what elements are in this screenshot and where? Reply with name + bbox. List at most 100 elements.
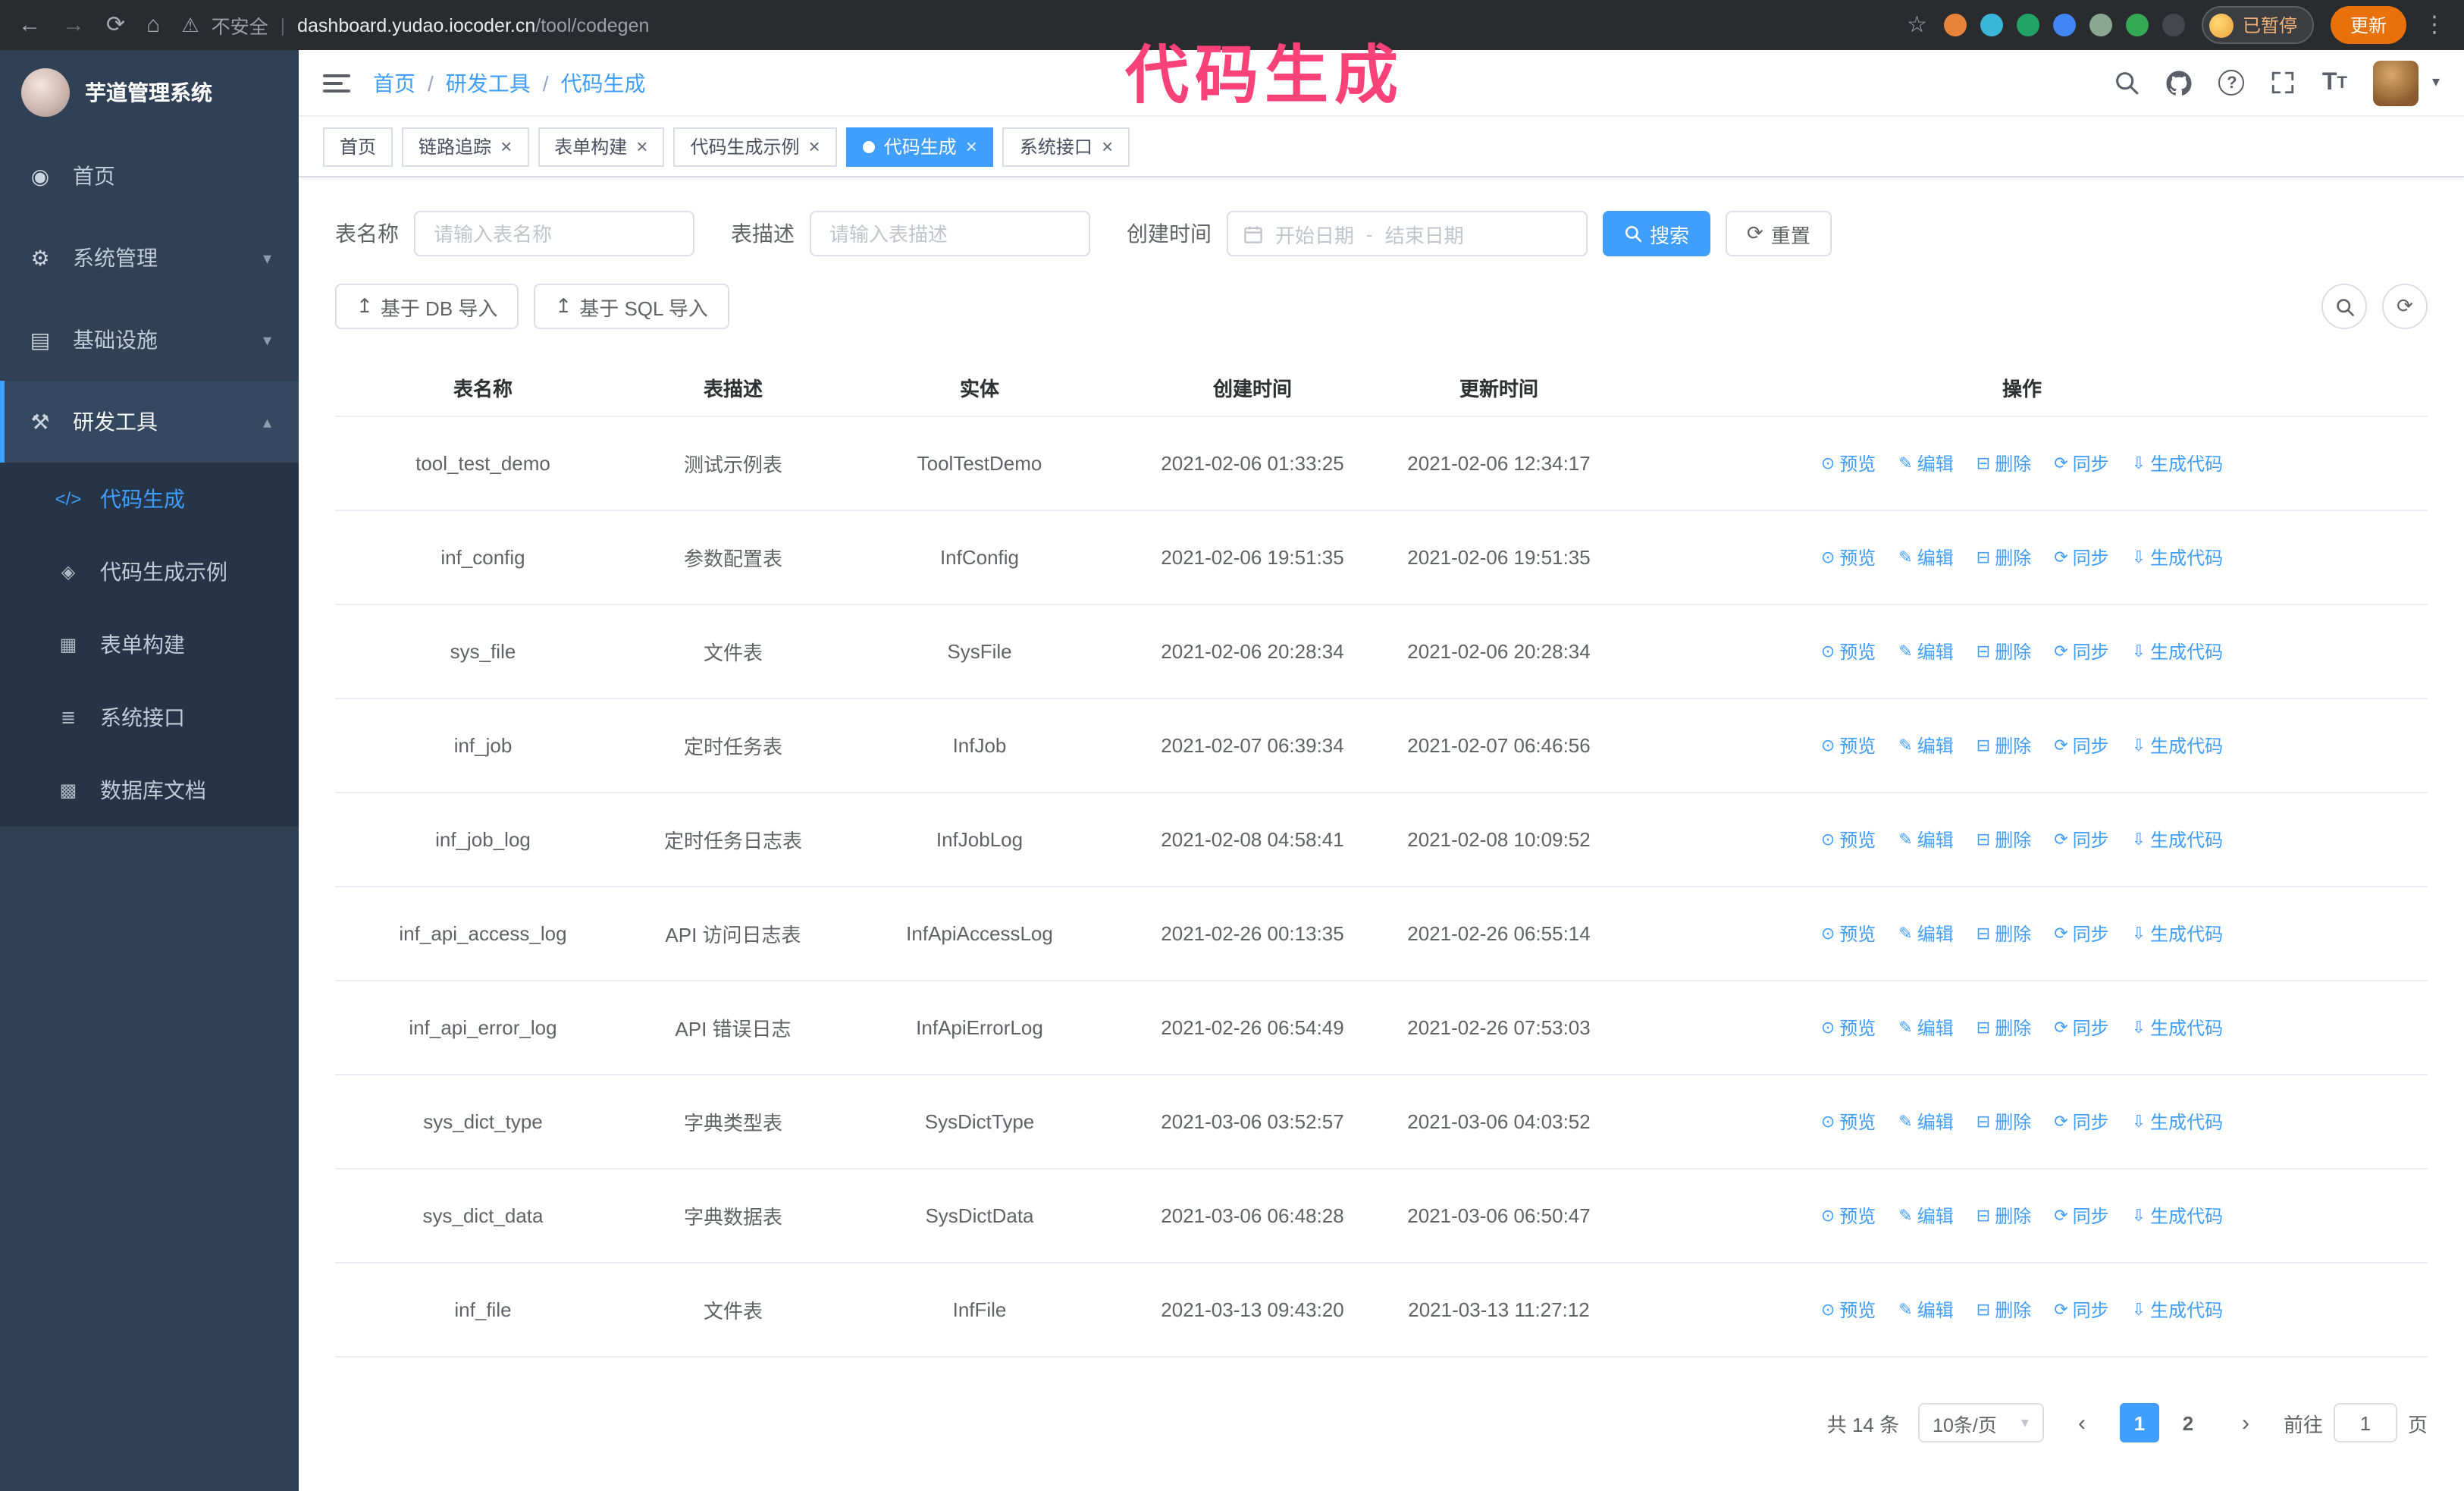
tab-form-builder[interactable]: 表单构建 × bbox=[538, 127, 665, 166]
action-delete[interactable]: ⊟ 删除 bbox=[1977, 545, 2031, 570]
tab-close-icon[interactable]: × bbox=[809, 137, 820, 156]
extension-icon-4[interactable] bbox=[2052, 14, 2076, 36]
action-preview[interactable]: ⊙ 预览 bbox=[1821, 545, 1876, 570]
action-edit[interactable]: ✎ 编辑 bbox=[1898, 450, 1953, 476]
action-preview[interactable]: ⊙ 预览 bbox=[1821, 827, 1876, 852]
action-edit[interactable]: ✎ 编辑 bbox=[1898, 827, 1953, 852]
sidebar-subitem-system-api[interactable]: ≣ 系统接口 bbox=[0, 681, 299, 754]
sidebar-subitem-form-builder[interactable]: ▦ 表单构建 bbox=[0, 608, 299, 681]
action-delete[interactable]: ⊟ 删除 bbox=[1977, 639, 2031, 664]
extension-icon-7[interactable] bbox=[2161, 14, 2185, 36]
tab-close-icon[interactable]: × bbox=[636, 137, 647, 156]
prev-page-button[interactable]: ‹ bbox=[2062, 1403, 2102, 1442]
action-delete[interactable]: ⊟ 删除 bbox=[1977, 921, 2031, 946]
tab-close-icon[interactable]: × bbox=[500, 137, 512, 156]
goto-page-input[interactable] bbox=[2333, 1403, 2397, 1442]
import-sql-button[interactable]: ↥ 基于 SQL 导入 bbox=[534, 284, 729, 329]
action-sync[interactable]: ⟳ 同步 bbox=[2054, 1203, 2108, 1229]
action-preview[interactable]: ⊙ 预览 bbox=[1821, 1015, 1876, 1041]
user-menu-caret-icon[interactable]: ▾ bbox=[2432, 74, 2440, 91]
action-preview[interactable]: ⊙ 预览 bbox=[1821, 450, 1876, 476]
profile-badge[interactable]: 已暂停 bbox=[2201, 6, 2314, 44]
action-generate[interactable]: ⇩ 生成代码 bbox=[2132, 639, 2223, 664]
action-edit[interactable]: ✎ 编辑 bbox=[1898, 1297, 1953, 1323]
kebab-menu-icon[interactable]: ⋮ bbox=[2423, 14, 2446, 36]
fullscreen-icon[interactable] bbox=[2271, 70, 2296, 96]
tab-home[interactable]: 首页 bbox=[323, 127, 393, 166]
font-size-icon[interactable]: TT bbox=[2322, 69, 2347, 96]
extension-icon-1[interactable] bbox=[1943, 14, 1967, 36]
page-size-select[interactable]: 10条/页 ▾ bbox=[1917, 1403, 2044, 1442]
action-edit[interactable]: ✎ 编辑 bbox=[1898, 1015, 1953, 1041]
page-button-2[interactable]: 2 bbox=[2168, 1403, 2208, 1442]
action-sync[interactable]: ⟳ 同步 bbox=[2054, 545, 2108, 570]
tab-close-icon[interactable]: × bbox=[966, 137, 977, 156]
action-sync[interactable]: ⟳ 同步 bbox=[2054, 450, 2108, 476]
sidebar-subitem-codegen-example[interactable]: ◈ 代码生成示例 bbox=[0, 535, 299, 608]
user-avatar[interactable] bbox=[2372, 60, 2419, 105]
tab-system-api[interactable]: 系统接口 × bbox=[1002, 127, 1130, 166]
action-preview[interactable]: ⊙ 预览 bbox=[1821, 921, 1876, 946]
browser-update-button[interactable]: 更新 bbox=[2330, 6, 2406, 44]
action-preview[interactable]: ⊙ 预览 bbox=[1821, 639, 1876, 664]
action-delete[interactable]: ⊟ 删除 bbox=[1977, 1297, 2031, 1323]
bookmark-star-icon[interactable]: ☆ bbox=[1907, 14, 1927, 36]
reset-button[interactable]: ⟳ 重置 bbox=[1726, 211, 1832, 256]
sidebar-item-devtools[interactable]: ⚒ 研发工具 ▴ bbox=[0, 381, 299, 463]
action-edit[interactable]: ✎ 编辑 bbox=[1898, 1203, 1953, 1229]
action-preview[interactable]: ⊙ 预览 bbox=[1821, 1297, 1876, 1323]
action-delete[interactable]: ⊟ 删除 bbox=[1977, 1109, 2031, 1135]
help-icon[interactable]: ? bbox=[2218, 70, 2245, 96]
github-icon[interactable] bbox=[2166, 69, 2193, 96]
hamburger-icon[interactable] bbox=[323, 72, 350, 93]
address-bar[interactable]: ⚠ 不安全 | dashboard.yudao.iocoder.cn/tool/… bbox=[181, 11, 1886, 39]
tab-codegen[interactable]: 代码生成 × bbox=[845, 127, 994, 166]
action-preview[interactable]: ⊙ 预览 bbox=[1821, 733, 1876, 758]
action-delete[interactable]: ⊟ 删除 bbox=[1977, 1203, 2031, 1229]
date-range-picker[interactable]: 开始日期 - 结束日期 bbox=[1227, 211, 1588, 256]
action-preview[interactable]: ⊙ 预览 bbox=[1821, 1203, 1876, 1229]
action-sync[interactable]: ⟳ 同步 bbox=[2054, 733, 2108, 758]
extension-icon-2[interactable] bbox=[1980, 14, 2003, 36]
reload-icon[interactable]: ⟳ bbox=[106, 14, 125, 36]
action-sync[interactable]: ⟳ 同步 bbox=[2054, 1109, 2108, 1135]
action-edit[interactable]: ✎ 编辑 bbox=[1898, 733, 1953, 758]
action-edit[interactable]: ✎ 编辑 bbox=[1898, 921, 1953, 946]
back-icon[interactable]: ← bbox=[18, 14, 41, 36]
sidebar-subitem-codegen[interactable]: </> 代码生成 bbox=[0, 463, 299, 535]
browser-home-icon[interactable]: ⌂ bbox=[146, 14, 160, 36]
action-sync[interactable]: ⟳ 同步 bbox=[2054, 827, 2108, 852]
action-sync[interactable]: ⟳ 同步 bbox=[2054, 921, 2108, 946]
breadcrumb-item[interactable]: 代码生成 bbox=[561, 67, 646, 98]
next-page-button[interactable]: › bbox=[2226, 1403, 2265, 1442]
action-edit[interactable]: ✎ 编辑 bbox=[1898, 639, 1953, 664]
breadcrumb-item[interactable]: 研发工具 bbox=[446, 67, 531, 98]
action-generate[interactable]: ⇩ 生成代码 bbox=[2132, 921, 2223, 946]
table-name-input[interactable] bbox=[414, 211, 694, 256]
page-button-1[interactable]: 1 bbox=[2119, 1403, 2159, 1442]
action-generate[interactable]: ⇩ 生成代码 bbox=[2132, 1203, 2223, 1229]
forward-icon[interactable]: → bbox=[62, 14, 85, 36]
toggle-search-button[interactable] bbox=[2321, 284, 2367, 329]
action-preview[interactable]: ⊙ 预览 bbox=[1821, 1109, 1876, 1135]
action-edit[interactable]: ✎ 编辑 bbox=[1898, 1109, 1953, 1135]
extension-icon-6[interactable] bbox=[2125, 14, 2149, 36]
sidebar-subitem-db-doc[interactable]: ▩ 数据库文档 bbox=[0, 754, 299, 827]
extension-icon-5[interactable] bbox=[2089, 14, 2112, 36]
action-generate[interactable]: ⇩ 生成代码 bbox=[2132, 733, 2223, 758]
refresh-table-button[interactable]: ⟳ bbox=[2382, 284, 2428, 329]
action-generate[interactable]: ⇩ 生成代码 bbox=[2132, 1109, 2223, 1135]
table-desc-input[interactable] bbox=[810, 211, 1090, 256]
import-db-button[interactable]: ↥ 基于 DB 导入 bbox=[335, 284, 519, 329]
tab-codegen-example[interactable]: 代码生成示例 × bbox=[673, 127, 837, 166]
search-icon[interactable] bbox=[2114, 70, 2140, 96]
action-delete[interactable]: ⊟ 删除 bbox=[1977, 733, 2031, 758]
sidebar-item-infra[interactable]: ▤ 基础设施 ▾ bbox=[0, 299, 299, 381]
action-delete[interactable]: ⊟ 删除 bbox=[1977, 1015, 2031, 1041]
action-generate[interactable]: ⇩ 生成代码 bbox=[2132, 1015, 2223, 1041]
action-delete[interactable]: ⊟ 删除 bbox=[1977, 827, 2031, 852]
tab-close-icon[interactable]: × bbox=[1102, 137, 1113, 156]
action-sync[interactable]: ⟳ 同步 bbox=[2054, 639, 2108, 664]
action-delete[interactable]: ⊟ 删除 bbox=[1977, 450, 2031, 476]
action-generate[interactable]: ⇩ 生成代码 bbox=[2132, 450, 2223, 476]
